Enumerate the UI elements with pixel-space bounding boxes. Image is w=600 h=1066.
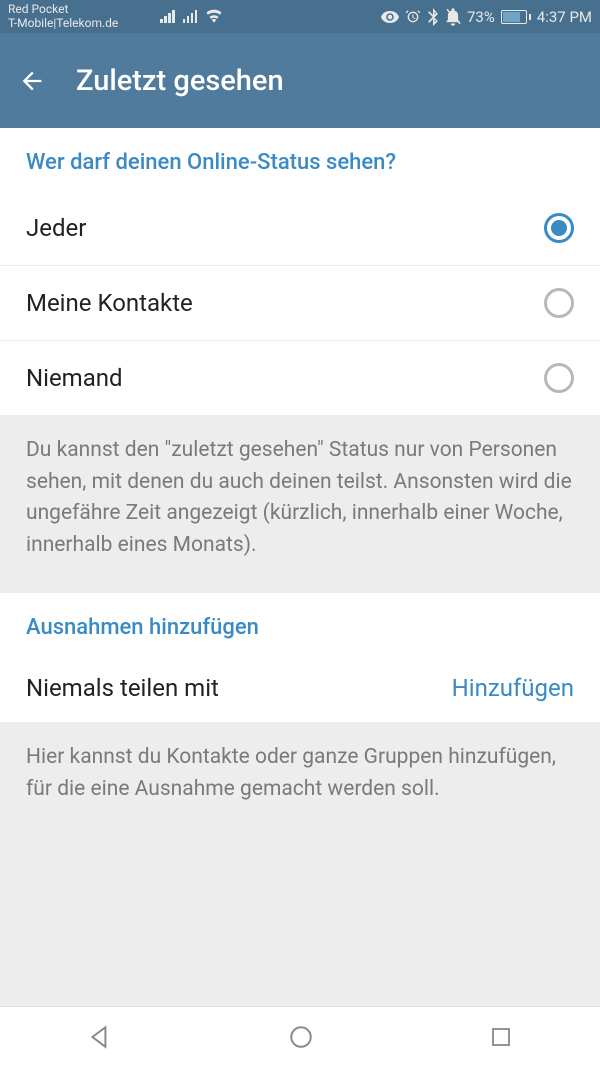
status-bar: Red Pocket T-Mobile|Telekom.de 73% 4:37 … [0, 0, 600, 33]
carrier-line1: Red Pocket [8, 3, 118, 16]
page-title: Zuletzt gesehen [76, 64, 284, 98]
app-bar: Zuletzt gesehen [0, 33, 600, 128]
section-header-visibility: Wer darf deinen Online-Status sehen? [0, 128, 600, 191]
radio-option-nobody[interactable]: Niemand [0, 341, 600, 415]
alarm-icon [405, 9, 421, 25]
add-exception-link[interactable]: Hinzufügen [452, 674, 574, 702]
nav-recent-icon[interactable] [489, 1025, 513, 1049]
never-share-label: Niemals teilen mit [26, 674, 219, 702]
nav-back-icon[interactable] [87, 1024, 113, 1050]
battery-icon [501, 10, 531, 24]
bluetooth-icon [427, 8, 439, 26]
visibility-section: Wer darf deinen Online-Status sehen? Jed… [0, 128, 600, 415]
section-header-exceptions: Ausnahmen hinzufügen [0, 593, 600, 656]
navigation-bar [0, 1006, 600, 1066]
radio-option-contacts[interactable]: Meine Kontakte [0, 266, 600, 341]
status-time: 4:37 PM [537, 8, 592, 26]
radio-option-everyone[interactable]: Jeder [0, 191, 600, 266]
exceptions-section: Ausnahmen hinzufügen Niemals teilen mit … [0, 593, 600, 722]
content: Wer darf deinen Online-Status sehen? Jed… [0, 128, 600, 837]
wifi-icon [205, 9, 223, 23]
battery-percent: 73% [467, 8, 495, 26]
visibility-info-text: Du kannst den "zuletzt gesehen" Status n… [0, 415, 600, 593]
radio-icon [544, 288, 574, 318]
status-right: 73% 4:37 PM [381, 8, 592, 26]
radio-icon-selected [544, 213, 574, 243]
radio-label: Niemand [26, 364, 123, 392]
never-share-row[interactable]: Niemals teilen mit Hinzufügen [0, 656, 600, 722]
eye-icon [381, 10, 399, 24]
signal-icon-1 [160, 10, 175, 23]
radio-label: Meine Kontakte [26, 289, 193, 317]
exceptions-info-text: Hier kannst du Kontakte oder ganze Grupp… [0, 722, 600, 837]
status-carrier: Red Pocket T-Mobile|Telekom.de [8, 3, 118, 29]
mute-icon [445, 8, 461, 26]
signal-icon-2 [183, 10, 198, 23]
carrier-line2: T-Mobile|Telekom.de [8, 17, 118, 30]
nav-home-icon[interactable] [288, 1024, 314, 1050]
back-button[interactable] [18, 67, 46, 95]
radio-icon [544, 363, 574, 393]
radio-label: Jeder [26, 214, 86, 242]
